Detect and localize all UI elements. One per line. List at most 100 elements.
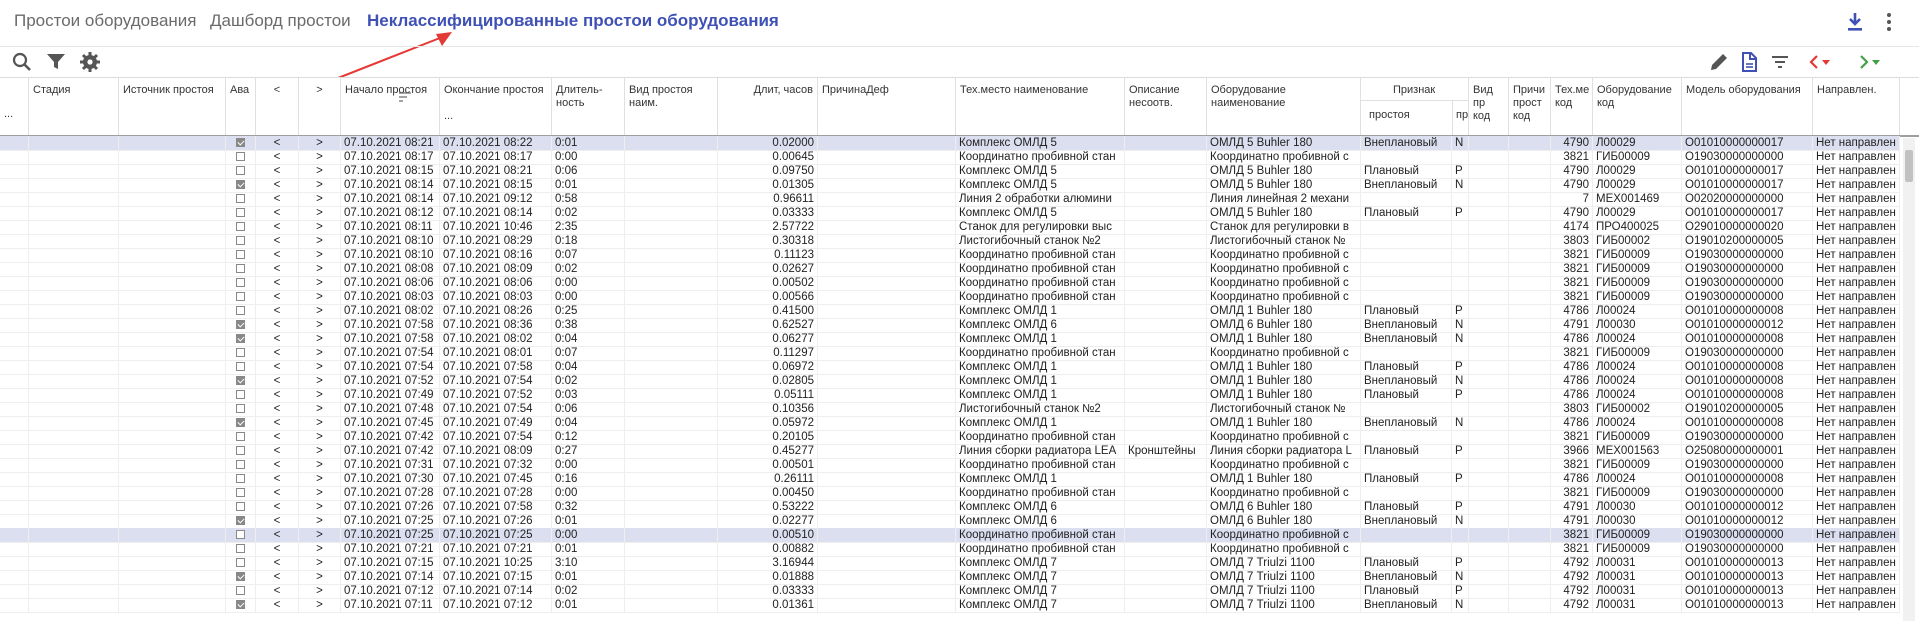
cell-next[interactable]: > <box>299 416 341 430</box>
cell-next[interactable]: > <box>299 514 341 528</box>
cell-next[interactable]: > <box>299 458 341 472</box>
cell-next[interactable]: > <box>299 444 341 458</box>
row-checkbox-box[interactable] <box>236 306 245 315</box>
col-header-equip-code[interactable]: Оборудование код <box>1593 78 1682 135</box>
gear-icon[interactable] <box>78 50 102 74</box>
table-row[interactable]: < >07.10.2021 08:11 07.10.2021 10:46 2:35 2.… <box>0 220 1900 235</box>
table-row[interactable]: < >07.10.2021 08:21 07.10.2021 08:22 0:01 0.… <box>0 136 1900 151</box>
col-header-end[interactable]: Окончание простоя ... <box>440 78 552 135</box>
row-checkbox-box[interactable] <box>236 586 245 595</box>
cell-prev[interactable]: < <box>256 360 299 374</box>
cell-prev[interactable]: < <box>256 346 299 360</box>
row-checkbox-box[interactable] <box>236 474 245 483</box>
row-checkbox-box[interactable] <box>236 278 245 287</box>
row-checkbox-box[interactable] <box>236 348 245 357</box>
cell-prev[interactable]: < <box>256 528 299 542</box>
row-checkbox-box[interactable] <box>236 600 245 609</box>
row-checkbox-box[interactable] <box>236 544 245 553</box>
row-checkbox-box[interactable] <box>236 180 245 189</box>
row-checkbox-box[interactable] <box>236 558 245 567</box>
cell-prev[interactable]: < <box>256 514 299 528</box>
table-row[interactable]: < >07.10.2021 08:12 07.10.2021 08:14 0:02 0.… <box>0 206 1900 221</box>
tab-unclassified[interactable]: Неклассифицированные простои оборудовани… <box>367 11 779 31</box>
row-checkbox-box[interactable] <box>236 516 245 525</box>
row-checkbox[interactable] <box>226 500 256 514</box>
row-checkbox-box[interactable] <box>236 530 245 539</box>
row-checkbox[interactable] <box>226 528 256 542</box>
cell-next[interactable]: > <box>299 598 341 612</box>
row-checkbox-box[interactable] <box>236 194 245 203</box>
row-checkbox[interactable] <box>226 346 256 360</box>
cell-next[interactable]: > <box>299 374 341 388</box>
cell-next[interactable]: > <box>299 500 341 514</box>
filter-icon[interactable] <box>44 50 68 74</box>
cell-prev[interactable]: < <box>256 192 299 206</box>
cell-prev[interactable]: < <box>256 556 299 570</box>
row-checkbox[interactable] <box>226 304 256 318</box>
row-checkbox-box[interactable] <box>236 264 245 273</box>
table-row[interactable]: < >07.10.2021 07:54 07.10.2021 08:01 0:07 0.… <box>0 346 1900 361</box>
cell-next[interactable]: > <box>299 150 341 164</box>
row-checkbox-box[interactable] <box>236 376 245 385</box>
prev-red-icon[interactable] <box>1807 50 1831 74</box>
table-row[interactable]: < >07.10.2021 07:25 07.10.2021 07:26 0:01 0.… <box>0 514 1900 529</box>
cell-next[interactable]: > <box>299 570 341 584</box>
row-checkbox-box[interactable] <box>236 152 245 161</box>
cell-next[interactable]: > <box>299 234 341 248</box>
cell-next[interactable]: > <box>299 402 341 416</box>
cell-next[interactable]: > <box>299 486 341 500</box>
table-row[interactable]: < >07.10.2021 08:02 07.10.2021 08:26 0:25 0.… <box>0 304 1900 319</box>
row-checkbox[interactable] <box>226 248 256 262</box>
row-checkbox[interactable] <box>226 584 256 598</box>
row-checkbox-box[interactable] <box>236 418 245 427</box>
table-row[interactable]: < >07.10.2021 08:08 07.10.2021 08:09 0:02 0.… <box>0 262 1900 277</box>
table-row[interactable]: < >07.10.2021 08:14 07.10.2021 09:12 0:58 0.… <box>0 192 1900 207</box>
table-row[interactable]: < >07.10.2021 07:52 07.10.2021 07:54 0:02 0.… <box>0 374 1900 389</box>
cell-next[interactable]: > <box>299 164 341 178</box>
cell-prev[interactable]: < <box>256 458 299 472</box>
row-checkbox-box[interactable] <box>236 236 245 245</box>
tab-downtime[interactable]: Простои оборудования <box>14 11 197 31</box>
col-header-desc[interactable]: Описание несоотв. <box>1125 78 1207 135</box>
cell-prev[interactable]: < <box>256 178 299 192</box>
cell-next[interactable]: > <box>299 430 341 444</box>
cell-prev[interactable]: < <box>256 332 299 346</box>
col-header-duration[interactable]: Длитель-ность <box>552 78 625 135</box>
table-row[interactable]: < >07.10.2021 07:48 07.10.2021 07:54 0:06 0.… <box>0 402 1900 417</box>
table-row[interactable]: < >07.10.2021 07:45 07.10.2021 07:49 0:04 0.… <box>0 416 1900 431</box>
cell-next[interactable]: > <box>299 542 341 556</box>
col-header-type-code[interactable]: Вид пр код <box>1469 78 1509 135</box>
row-checkbox-box[interactable] <box>236 390 245 399</box>
table-row[interactable]: < >07.10.2021 07:12 07.10.2021 07:14 0:02 0.… <box>0 584 1900 599</box>
cell-prev[interactable]: < <box>256 598 299 612</box>
table-row[interactable]: < >07.10.2021 07:49 07.10.2021 07:52 0:03 0.… <box>0 388 1900 403</box>
col-header-direction[interactable]: Направлен. <box>1813 78 1900 135</box>
row-checkbox-box[interactable] <box>236 320 245 329</box>
table-row[interactable]: < >07.10.2021 07:31 07.10.2021 07:32 0:00 0.… <box>0 458 1900 473</box>
row-checkbox-box[interactable] <box>236 488 245 497</box>
row-checkbox[interactable] <box>226 234 256 248</box>
col-header-hours[interactable]: Длит, часов <box>718 78 818 135</box>
row-checkbox[interactable] <box>226 430 256 444</box>
row-checkbox-box[interactable] <box>236 138 245 147</box>
row-checkbox-box[interactable] <box>236 292 245 301</box>
cell-prev[interactable]: < <box>256 486 299 500</box>
row-checkbox[interactable] <box>226 556 256 570</box>
table-row[interactable]: < >07.10.2021 07:14 07.10.2021 07:15 0:01 0.… <box>0 570 1900 585</box>
cell-prev[interactable]: < <box>256 500 299 514</box>
row-checkbox[interactable] <box>226 318 256 332</box>
col-header-model[interactable]: Модель оборудования <box>1682 78 1813 135</box>
col-header-type[interactable]: Вид простоя наим. <box>625 78 718 135</box>
cell-prev[interactable]: < <box>256 276 299 290</box>
row-checkbox-box[interactable] <box>236 502 245 511</box>
cell-prev[interactable]: < <box>256 150 299 164</box>
cell-prev[interactable]: < <box>256 388 299 402</box>
cell-prev[interactable]: < <box>256 570 299 584</box>
row-checkbox[interactable] <box>226 388 256 402</box>
cell-prev[interactable]: < <box>256 248 299 262</box>
cell-next[interactable]: > <box>299 304 341 318</box>
col-header-stage[interactable]: Стадия <box>29 78 119 135</box>
row-checkbox-box[interactable] <box>236 362 245 371</box>
cell-next[interactable]: > <box>299 472 341 486</box>
cell-next[interactable]: > <box>299 584 341 598</box>
